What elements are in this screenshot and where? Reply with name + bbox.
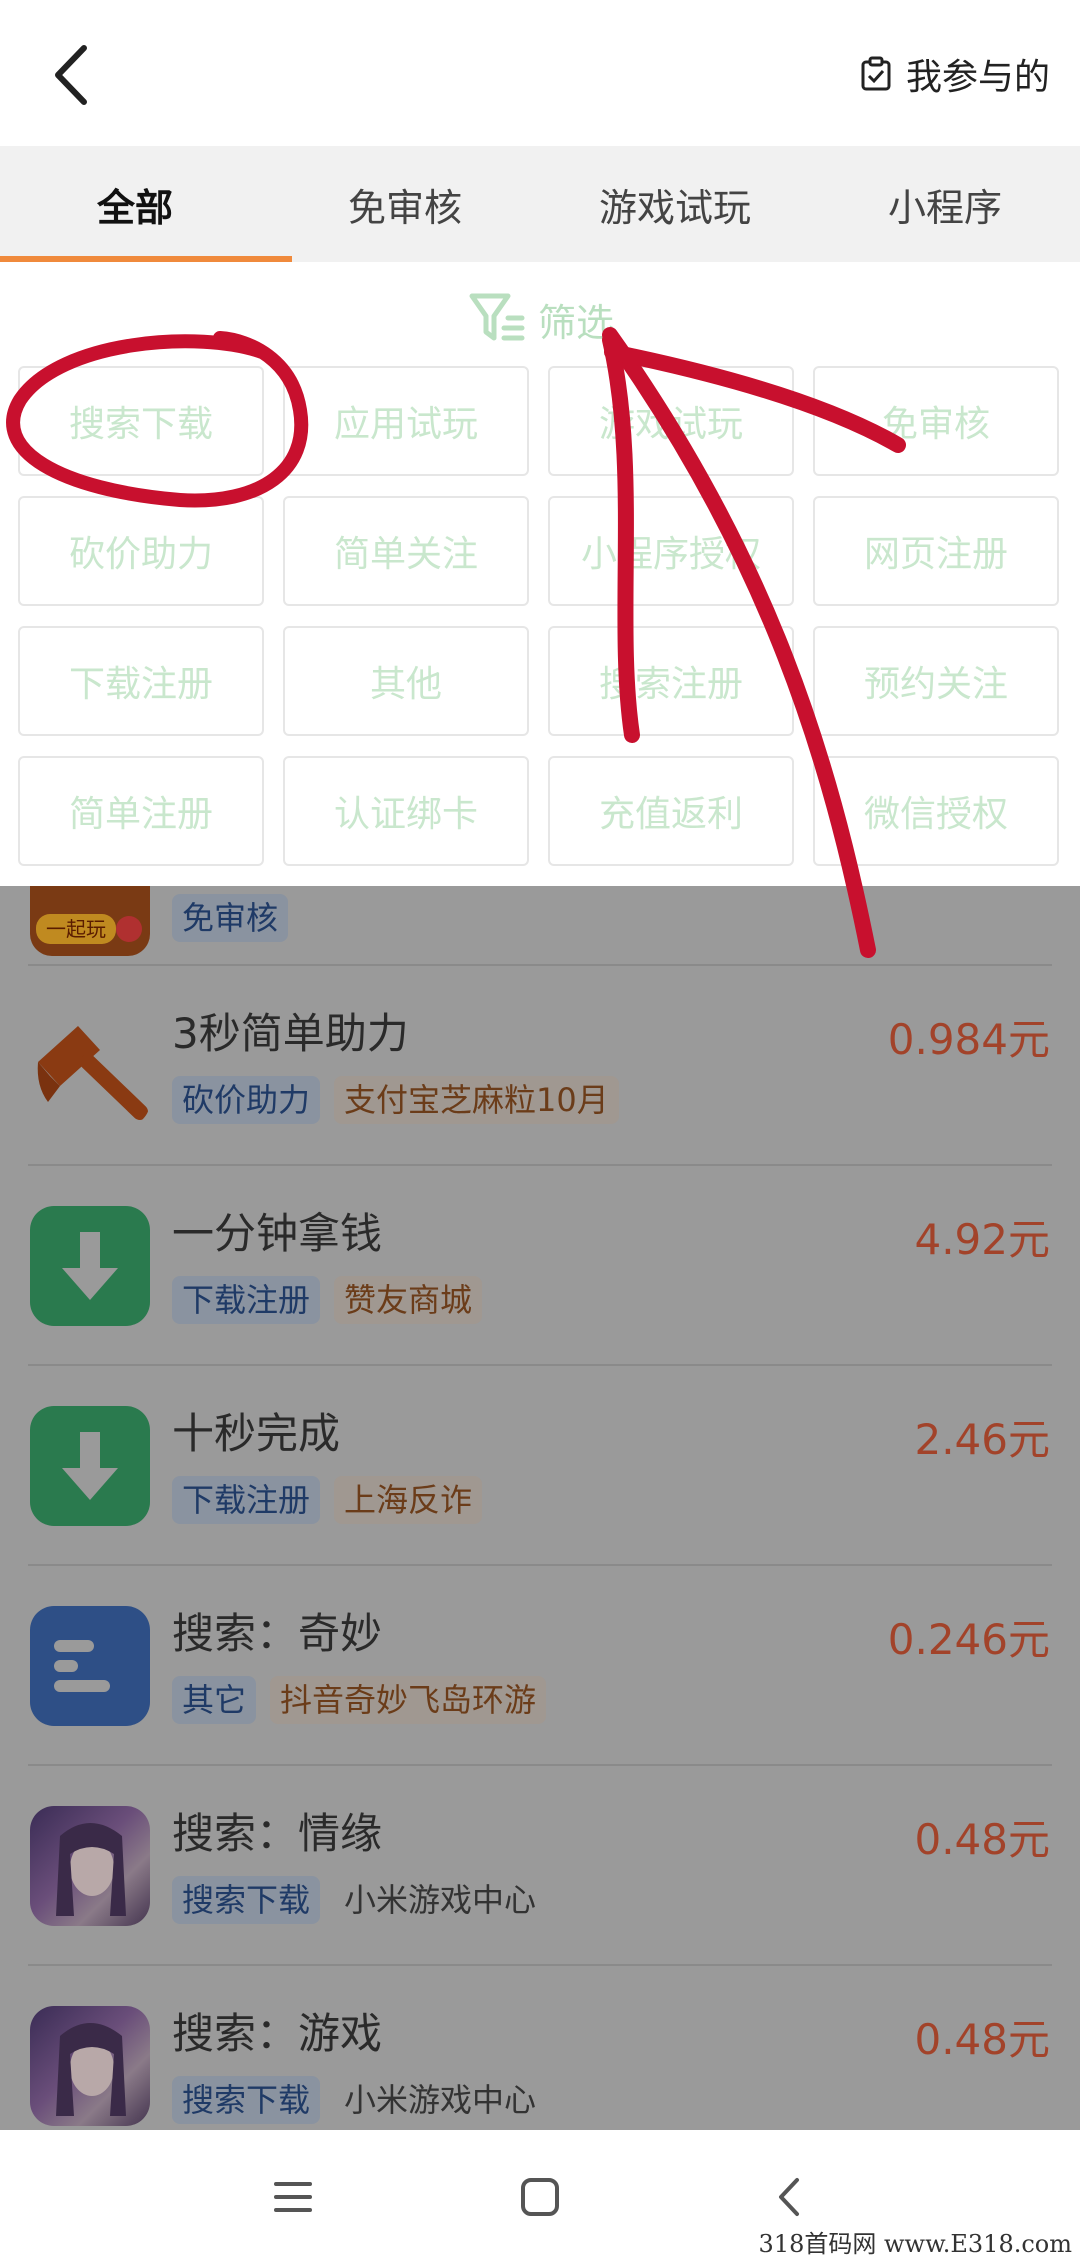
sub-tag: 抖音奇妙飞岛环游 bbox=[270, 1676, 547, 1724]
filter-option[interactable]: 网页注册 bbox=[813, 496, 1059, 606]
task-title: 十秒完成 bbox=[172, 1409, 341, 1458]
filter-option[interactable]: 简单注册 bbox=[18, 756, 264, 866]
tab-no-review[interactable]: 免审核 bbox=[270, 146, 540, 262]
list-item[interactable]: 搜索：奇妙 0.246元 其它 抖音奇妙飞岛环游 bbox=[0, 1566, 1080, 1766]
task-title: 3秒简单助力 bbox=[172, 1009, 409, 1058]
task-title: 一分钟拿钱 bbox=[172, 1209, 383, 1258]
system-nav-bar: 318首码网 www.E318.com bbox=[0, 2130, 1080, 2261]
game-avatar-icon bbox=[30, 1806, 150, 1926]
task-title: 搜索：情缘 bbox=[172, 1809, 383, 1858]
top-bar: 我参与的 bbox=[0, 0, 1080, 146]
sub-tag: 赞友商城 bbox=[334, 1276, 483, 1324]
list-item[interactable]: 3秒简单助力 0.984元 砍价助力 支付宝芝麻粒10月 bbox=[0, 966, 1080, 1166]
home-icon[interactable] bbox=[515, 2172, 565, 2222]
filter-option[interactable]: 砍价助力 bbox=[18, 496, 264, 606]
filter-option[interactable]: 搜索下载 bbox=[18, 366, 264, 476]
filter-option[interactable]: 应用试玩 bbox=[283, 366, 529, 476]
filter-option[interactable]: 下载注册 bbox=[18, 626, 264, 736]
list-item[interactable]: 搜索：情缘 0.48元 搜索下载 小米游戏中心 bbox=[0, 1766, 1080, 1966]
type-tag: 砍价助力 bbox=[172, 1076, 321, 1124]
tab-all[interactable]: 全部 bbox=[0, 146, 292, 262]
task-price: 0.48元 bbox=[914, 1815, 1050, 1864]
task-title: 搜索：奇妙 bbox=[172, 1609, 383, 1658]
type-tag: 搜索下载 bbox=[172, 1876, 321, 1924]
sub-tag: 上海反诈 bbox=[334, 1476, 483, 1524]
type-tag: 下载注册 bbox=[172, 1476, 321, 1524]
filter-option[interactable]: 认证绑卡 bbox=[283, 756, 529, 866]
filter-option[interactable]: 简单关注 bbox=[283, 496, 529, 606]
axe-icon bbox=[30, 1006, 150, 1126]
type-tag: 搜索下载 bbox=[172, 2076, 321, 2124]
list-item[interactable]: 十秒完成 2.46元 下载注册 上海反诈 bbox=[0, 1366, 1080, 1566]
document-icon bbox=[30, 1606, 150, 1726]
chevron-left-icon bbox=[55, 45, 87, 105]
task-price: 0.246元 bbox=[887, 1615, 1050, 1664]
sub-tag: 小米游戏中心 bbox=[344, 1881, 537, 1919]
tab-game-trial[interactable]: 游戏试玩 bbox=[540, 146, 810, 262]
filter-option[interactable]: 预约关注 bbox=[813, 626, 1059, 736]
filter-option[interactable]: 搜索注册 bbox=[548, 626, 794, 736]
task-price: 0.48元 bbox=[914, 2015, 1050, 2064]
menu-icon[interactable] bbox=[268, 2172, 318, 2222]
task-list: 一起玩 免审核 3秒简单助力 0.984元 砍价助力 支付宝芝麻粒10月 一分钟… bbox=[0, 886, 1080, 2130]
filter-option[interactable]: 免审核 bbox=[813, 366, 1059, 476]
type-tag: 下载注册 bbox=[172, 1276, 321, 1324]
game-avatar-icon bbox=[30, 2006, 150, 2126]
type-tag: 免审核 bbox=[172, 894, 289, 942]
filter-title: 筛选 bbox=[537, 300, 614, 345]
sub-tag: 支付宝芝麻粒10月 bbox=[334, 1076, 619, 1124]
task-title: 搜索：游戏 bbox=[172, 2009, 383, 2058]
download-icon bbox=[30, 1406, 150, 1526]
list-item[interactable]: 一分钟拿钱 4.92元 下载注册 赞友商城 bbox=[0, 1166, 1080, 1366]
filter-option[interactable]: 小程序授权 bbox=[548, 496, 794, 606]
task-price: 0.984元 bbox=[887, 1015, 1050, 1064]
game-logo-icon: 一起玩 bbox=[30, 886, 150, 956]
filter-panel: 筛选 搜索下载 应用试玩 游戏试玩 免审核 砍价助力 简单关注 小程序授权 网页… bbox=[0, 262, 1080, 886]
tab-mini-program[interactable]: 小程序 bbox=[810, 146, 1080, 262]
game-logo-text: 一起玩 bbox=[36, 914, 116, 944]
list-item[interactable]: 一起玩 免审核 bbox=[0, 886, 1080, 966]
back-nav-icon[interactable] bbox=[765, 2172, 815, 2222]
sub-tag: 小米游戏中心 bbox=[344, 2081, 537, 2119]
task-price: 4.92元 bbox=[914, 1215, 1050, 1264]
filter-icon bbox=[469, 293, 525, 341]
filter-option[interactable]: 充值返利 bbox=[548, 756, 794, 866]
filter-option[interactable]: 游戏试玩 bbox=[548, 366, 794, 476]
watermark: 318首码网 www.E318.com bbox=[758, 2230, 1072, 2258]
category-tabs: 全部 免审核 游戏试玩 小程序 bbox=[0, 146, 1080, 262]
task-price: 2.46元 bbox=[914, 1415, 1050, 1464]
filter-header[interactable]: 筛选 bbox=[0, 284, 1080, 354]
download-icon bbox=[30, 1206, 150, 1326]
list-item[interactable]: 搜索：游戏 0.48元 搜索下载 小米游戏中心 bbox=[0, 1966, 1080, 2130]
filter-options-grid: 搜索下载 应用试玩 游戏试玩 免审核 砍价助力 简单关注 小程序授权 网页注册 … bbox=[18, 366, 1062, 866]
my-joined-button[interactable]: 我参与的 bbox=[858, 46, 1050, 102]
back-button[interactable] bbox=[44, 40, 100, 110]
type-tag: 其它 bbox=[172, 1676, 257, 1724]
clipboard-check-icon bbox=[861, 56, 891, 91]
my-joined-label: 我参与的 bbox=[905, 57, 1050, 98]
game-logo-dot bbox=[116, 916, 142, 942]
filter-option[interactable]: 微信授权 bbox=[813, 756, 1059, 866]
filter-option[interactable]: 其他 bbox=[283, 626, 529, 736]
